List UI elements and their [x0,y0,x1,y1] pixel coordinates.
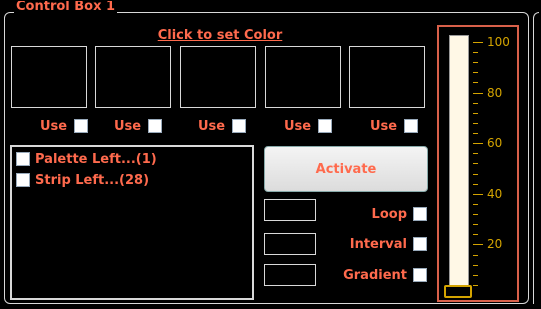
gradient-checkbox[interactable] [413,268,427,282]
use-label: Use [284,118,312,134]
use-toggle-3: Use [198,118,247,134]
slider-tick [473,143,483,144]
slider-tick [473,234,478,235]
slider-tick-label: 80 [487,86,503,100]
slider-tick [473,275,478,276]
slider-tick [473,42,483,43]
gradient-option[interactable]: Gradient [343,267,427,283]
slider-track[interactable] [449,35,469,293]
list-item-label: Palette Left...(1) [35,151,157,167]
list-item-checkbox[interactable] [16,152,30,166]
slider-tick [473,214,478,215]
slider-tick [473,153,478,154]
loop-label: Loop [371,206,407,222]
slider-thumb[interactable] [444,285,472,298]
use-checkbox-2[interactable] [148,119,163,133]
slider-tick-label: 60 [487,136,503,150]
loop-checkbox[interactable] [413,207,427,221]
slider-tick [473,93,483,94]
slider-tick [473,244,483,245]
interval-value-box[interactable] [264,233,316,255]
list-item[interactable]: Strip Left...(28) [16,171,149,189]
slider-tick [473,113,478,114]
use-checkbox-4[interactable] [318,119,333,133]
slider-tick [473,255,478,256]
slider-tick [473,285,478,286]
activate-button[interactable]: Activate [264,146,428,192]
slider-tick [473,72,478,73]
slider-tick [473,184,478,185]
interval-checkbox[interactable] [413,237,427,251]
list-item-label: Strip Left...(28) [35,172,150,188]
list-item-checkbox[interactable] [16,173,30,187]
color-swatch-3[interactable] [180,46,256,108]
use-label: Use [114,118,142,134]
slider-tick [473,123,478,124]
slider-tick [473,204,478,205]
use-checkbox-5[interactable] [404,119,419,133]
vertical-slider[interactable]: 100 80 60 40 20 [437,25,519,302]
slider-tick [473,62,478,63]
slider-tick [473,265,478,266]
loop-option[interactable]: Loop [372,206,427,222]
use-checkbox-3[interactable] [232,119,247,133]
slider-tick [473,82,478,83]
color-swatch-2[interactable] [95,46,171,108]
slider-tick [473,174,478,175]
use-label: Use [370,118,398,134]
slider-tick [473,194,483,195]
gradient-label: Gradient [343,267,407,283]
slider-tick [473,103,478,104]
use-toggle-2: Use [114,118,163,134]
interval-label: Interval [349,236,407,252]
use-label: Use [40,118,68,134]
color-swatch-1[interactable] [11,46,87,108]
slider-tick-label: 20 [487,237,503,251]
slider-tick-label: 40 [487,187,503,201]
slider-tick [473,224,478,225]
interval-option[interactable]: Interval [350,236,427,252]
use-toggle-5: Use [370,118,419,134]
slider-tick [473,163,478,164]
slider-tick-label: 100 [487,35,510,49]
control-box-title: Control Box 1 [14,1,118,13]
use-toggle-1: Use [40,118,89,134]
use-label: Use [198,118,226,134]
loop-value-box[interactable] [264,199,316,221]
list-item[interactable]: Palette Left...(1) [16,150,157,168]
slider-tick [473,133,478,134]
use-toggle-4: Use [284,118,333,134]
gradient-value-box[interactable] [264,264,316,286]
slider-tick [473,52,478,53]
adjacent-panel-edge [533,12,539,304]
color-swatch-4[interactable] [265,46,341,108]
color-swatch-5[interactable] [349,46,425,108]
item-list[interactable]: Palette Left...(1) Strip Left...(28) [10,145,254,300]
set-color-link[interactable]: Click to set Color [0,28,440,43]
use-checkbox-1[interactable] [74,119,89,133]
